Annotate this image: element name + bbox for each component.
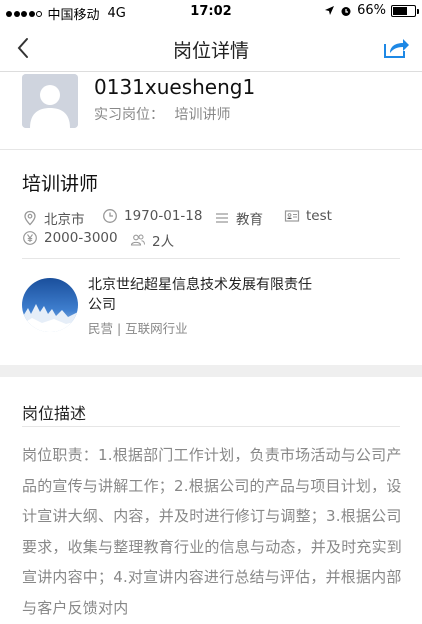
yen-icon — [23, 231, 37, 245]
menu-lines-icon — [216, 213, 228, 223]
job-headcount: 2人 — [130, 230, 174, 250]
section-gap — [0, 365, 422, 377]
share-icon[interactable] — [382, 36, 410, 60]
user-silhouette-icon — [22, 74, 78, 128]
location-arrow-icon — [325, 6, 335, 15]
tag-text: test — [306, 208, 332, 224]
location-text: 北京市 — [44, 212, 85, 228]
clock-icon — [103, 209, 117, 223]
job-title: 培训讲师 — [22, 173, 99, 195]
battery-icon — [391, 4, 419, 17]
internship-position: 实习岗位： 培训讲师 — [94, 104, 230, 124]
divider — [0, 149, 422, 150]
job-category: 教育 — [214, 208, 263, 228]
people-icon — [130, 234, 145, 246]
job-salary: 2000-3000 — [22, 230, 118, 246]
company-logo-image — [22, 278, 78, 332]
battery-fill — [393, 6, 407, 15]
navigation-bar: 岗位详情 — [0, 24, 422, 72]
description-heading: 岗位描述 — [22, 404, 87, 423]
job-description: 岗位职责：1.根据部门工作计划，负责市场活动与公司产品的宣传与讲解工作；2.根据… — [22, 446, 403, 617]
category-text: 教育 — [236, 212, 263, 228]
status-right: 66% — [324, 3, 419, 18]
page-title: 岗位详情 — [172, 40, 249, 62]
company-logo[interactable] — [22, 278, 78, 332]
battery-percent: 66% — [357, 3, 386, 18]
location-pin-icon — [24, 210, 36, 226]
salary-text: 2000-3000 — [44, 230, 118, 246]
position-label: 实习岗位： — [94, 107, 164, 123]
status-bar: 中国移动 4G 17:02 66% — [0, 0, 422, 24]
company-type: 民营 | 互联网行业 — [88, 321, 188, 336]
job-tag: test — [284, 208, 332, 224]
alarm-icon — [341, 6, 351, 16]
job-location: 北京市 — [22, 208, 85, 228]
job-date: 1970-01-18 — [102, 208, 202, 224]
headcount-text: 2人 — [152, 234, 175, 250]
divider — [22, 258, 400, 259]
avatar — [22, 74, 78, 128]
date-text: 1970-01-18 — [124, 208, 203, 224]
id-card-icon — [284, 210, 300, 222]
company-name[interactable]: 北京世纪超星信息技术发展有限责任公司 — [88, 275, 318, 315]
divider — [22, 426, 400, 427]
student-name: 0131xuesheng1 — [94, 75, 256, 99]
position-value: 培训讲师 — [174, 107, 231, 123]
